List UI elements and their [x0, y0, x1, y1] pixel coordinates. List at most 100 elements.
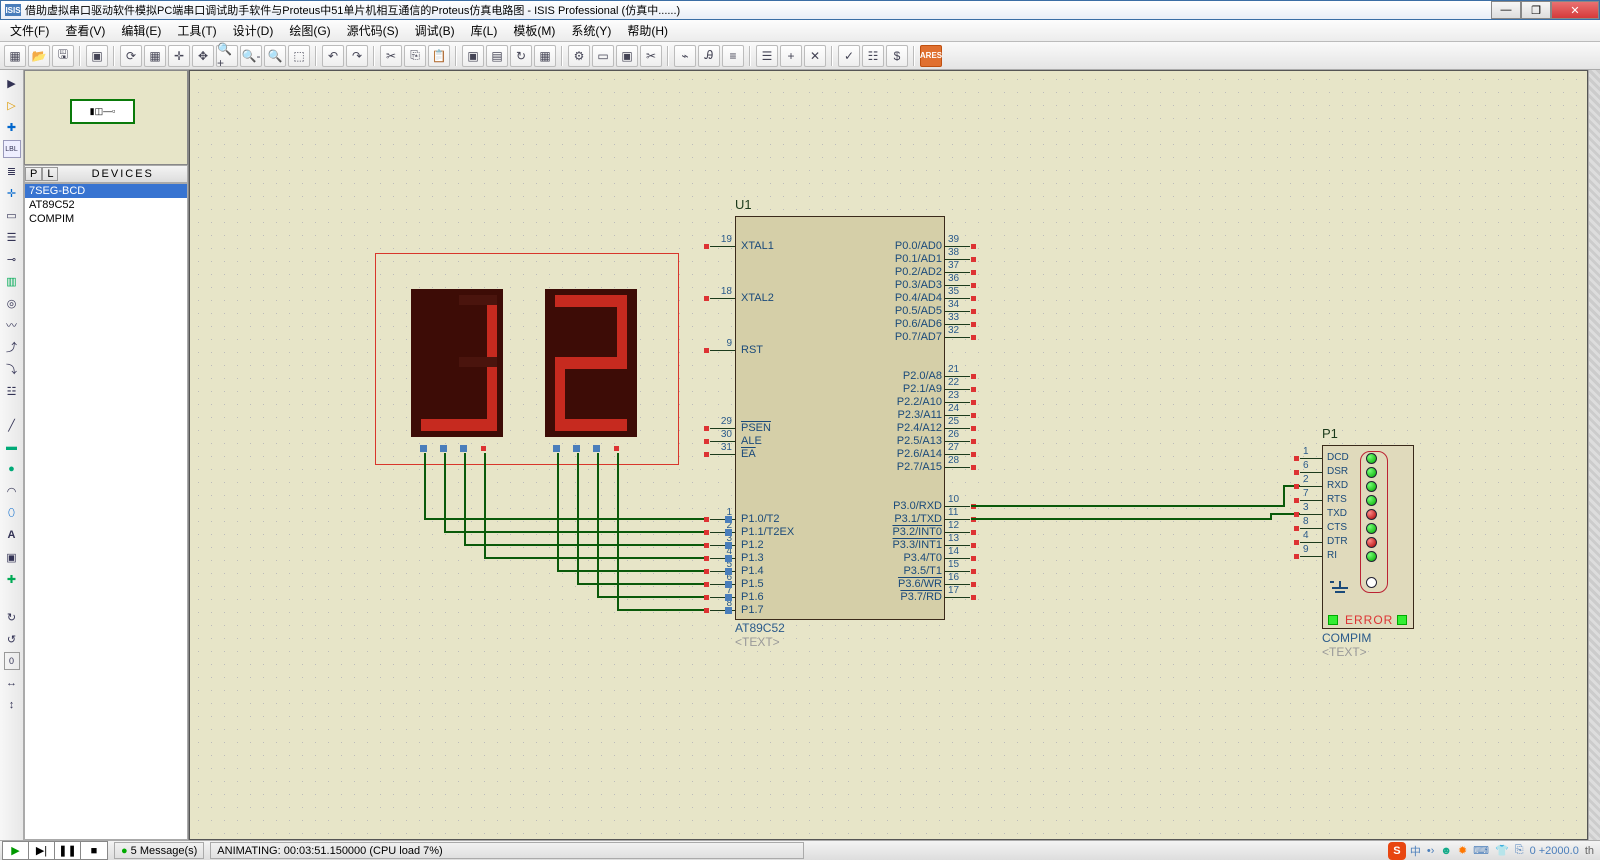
circle-icon[interactable]: ● [3, 460, 21, 478]
path-icon[interactable]: ⬯ [3, 504, 21, 522]
tray-icon[interactable]: 👕 [1495, 844, 1509, 857]
packaging-icon[interactable]: ▣ [616, 45, 638, 67]
search-icon[interactable]: Ꭿ [698, 45, 720, 67]
text-icon[interactable]: A [3, 526, 21, 544]
property-icon[interactable]: ≡ [722, 45, 744, 67]
zoom-in-icon[interactable]: 🔍+ [216, 45, 238, 67]
save-icon[interactable]: 🖫 [52, 45, 74, 67]
arc-icon[interactable]: ◠ [3, 482, 21, 500]
label-icon[interactable]: LBL [3, 140, 21, 158]
schematic-canvas[interactable]: U1 AT89C52 <TEXT> 19 XTAL1 18 XTAL2 9 RS… [189, 70, 1588, 840]
ares-icon[interactable]: ARES [920, 45, 942, 67]
menu-template[interactable]: 模板(M) [505, 20, 563, 41]
menu-design[interactable]: 设计(D) [225, 20, 282, 41]
paste-icon[interactable]: 📋 [428, 45, 450, 67]
tray-icon[interactable]: ✹ [1458, 844, 1467, 857]
rotate-cw-icon[interactable]: ↻ [3, 608, 21, 626]
cut-icon[interactable]: ✂ [380, 45, 402, 67]
zoom-all-icon[interactable]: 🔍 [264, 45, 286, 67]
erc-icon[interactable]: ✓ [838, 45, 860, 67]
l-button[interactable]: L [42, 167, 58, 181]
copy-icon[interactable]: ⎘ [404, 45, 426, 67]
block-copy-icon[interactable]: ▣ [462, 45, 484, 67]
zoom-area-icon[interactable]: ⬚ [288, 45, 310, 67]
mirror-h-icon[interactable]: ↔ [3, 674, 21, 692]
step-button[interactable]: ▶| [29, 842, 55, 859]
refresh-icon[interactable]: ⟳ [120, 45, 142, 67]
virtual-instrument-icon[interactable]: ☳ [3, 382, 21, 400]
line-icon[interactable]: ╱ [3, 416, 21, 434]
terminal-icon[interactable]: ☰ [3, 228, 21, 246]
design-explorer-icon[interactable]: ☰ [756, 45, 778, 67]
p-button[interactable]: P [25, 167, 42, 181]
messages-panel[interactable]: ●5 Message(s) [114, 842, 204, 859]
mirror-v-icon[interactable]: ↕ [3, 696, 21, 714]
rotate-ccw-icon[interactable]: ↺ [3, 630, 21, 648]
generator-icon[interactable]: 〰 [3, 316, 21, 334]
remove-sheet-icon[interactable]: ✕ [804, 45, 826, 67]
block-rotate-icon[interactable]: ↻ [510, 45, 532, 67]
minimize-button[interactable]: — [1491, 1, 1521, 19]
tray-icon[interactable]: ⎘ [1515, 844, 1524, 857]
new-sheet-icon[interactable]: + [780, 45, 802, 67]
menu-file[interactable]: 文件(F) [2, 20, 57, 41]
tray-icon[interactable]: •› [1427, 845, 1435, 857]
overview-panel[interactable]: ▮◫—▫ [24, 70, 188, 165]
ime-icon[interactable]: S [1388, 842, 1406, 860]
netlist-icon[interactable]: ☷ [862, 45, 884, 67]
tape-icon[interactable]: ◎ [3, 294, 21, 312]
maximize-button[interactable]: ❐ [1521, 1, 1551, 19]
list-item[interactable]: COMPIM [25, 212, 187, 226]
symbol-icon[interactable]: ▣ [3, 548, 21, 566]
seven-seg-digit[interactable] [545, 289, 637, 437]
devices-list[interactable]: 7SEG-BCD AT89C52 COMPIM [24, 183, 188, 840]
menu-help[interactable]: 帮助(H) [619, 20, 676, 41]
close-button[interactable]: ✕ [1551, 1, 1599, 19]
marker-icon[interactable]: ✚ [3, 570, 21, 588]
current-probe-icon[interactable]: ⤵ [3, 360, 21, 378]
block-move-icon[interactable]: ▤ [486, 45, 508, 67]
device-pin-icon[interactable]: ⊸ [3, 250, 21, 268]
open-icon[interactable]: 📂 [28, 45, 50, 67]
menu-system[interactable]: 系统(Y) [563, 20, 619, 41]
decompose-icon[interactable]: ✂ [640, 45, 662, 67]
graph-icon[interactable]: ▥ [3, 272, 21, 290]
menu-edit[interactable]: 编辑(E) [113, 20, 169, 41]
subcircuit-icon[interactable]: ▭ [3, 206, 21, 224]
menu-library[interactable]: 库(L) [463, 20, 506, 41]
new-icon[interactable]: ▦ [4, 45, 26, 67]
print-area-icon[interactable]: ▣ [86, 45, 108, 67]
origin-icon[interactable]: ✛ [168, 45, 190, 67]
menu-debug[interactable]: 调试(B) [407, 20, 463, 41]
menu-source[interactable]: 源代码(S) [339, 20, 407, 41]
pick-icon[interactable]: ⚙ [568, 45, 590, 67]
bus-icon[interactable]: ✛ [3, 184, 21, 202]
pan-icon[interactable]: ✥ [192, 45, 214, 67]
angle-input[interactable]: 0 [4, 652, 20, 670]
component-icon[interactable]: ▷ [3, 96, 21, 114]
menu-draw[interactable]: 绘图(G) [281, 20, 338, 41]
junction-icon[interactable]: ✚ [3, 118, 21, 136]
tray-icon[interactable]: ⌨ [1473, 844, 1489, 857]
box-icon[interactable]: ▬ [3, 438, 21, 456]
pause-button[interactable]: ❚❚ [55, 842, 81, 859]
undo-icon[interactable]: ↶ [322, 45, 344, 67]
menu-view[interactable]: 查看(V) [57, 20, 113, 41]
text-script-icon[interactable]: ≣ [3, 162, 21, 180]
redo-icon[interactable]: ↷ [346, 45, 368, 67]
menu-tools[interactable]: 工具(T) [169, 20, 224, 41]
seven-seg-digit[interactable] [411, 289, 503, 437]
ime-lang[interactable]: 中 [1410, 843, 1421, 859]
wire-autoroute-icon[interactable]: ⌁ [674, 45, 696, 67]
tray-icon[interactable]: ☻ [1440, 845, 1452, 857]
voltage-probe-icon[interactable]: ⤴ [3, 338, 21, 356]
list-item[interactable]: 7SEG-BCD [25, 184, 187, 198]
block-delete-icon[interactable]: ▦ [534, 45, 556, 67]
make-device-icon[interactable]: ▭ [592, 45, 614, 67]
list-item[interactable]: AT89C52 [25, 198, 187, 212]
grid-icon[interactable]: ▦ [144, 45, 166, 67]
stop-button[interactable]: ■ [81, 842, 107, 859]
play-button[interactable]: ▶ [3, 842, 29, 859]
bom-icon[interactable]: $ [886, 45, 908, 67]
zoom-out-icon[interactable]: 🔍- [240, 45, 262, 67]
